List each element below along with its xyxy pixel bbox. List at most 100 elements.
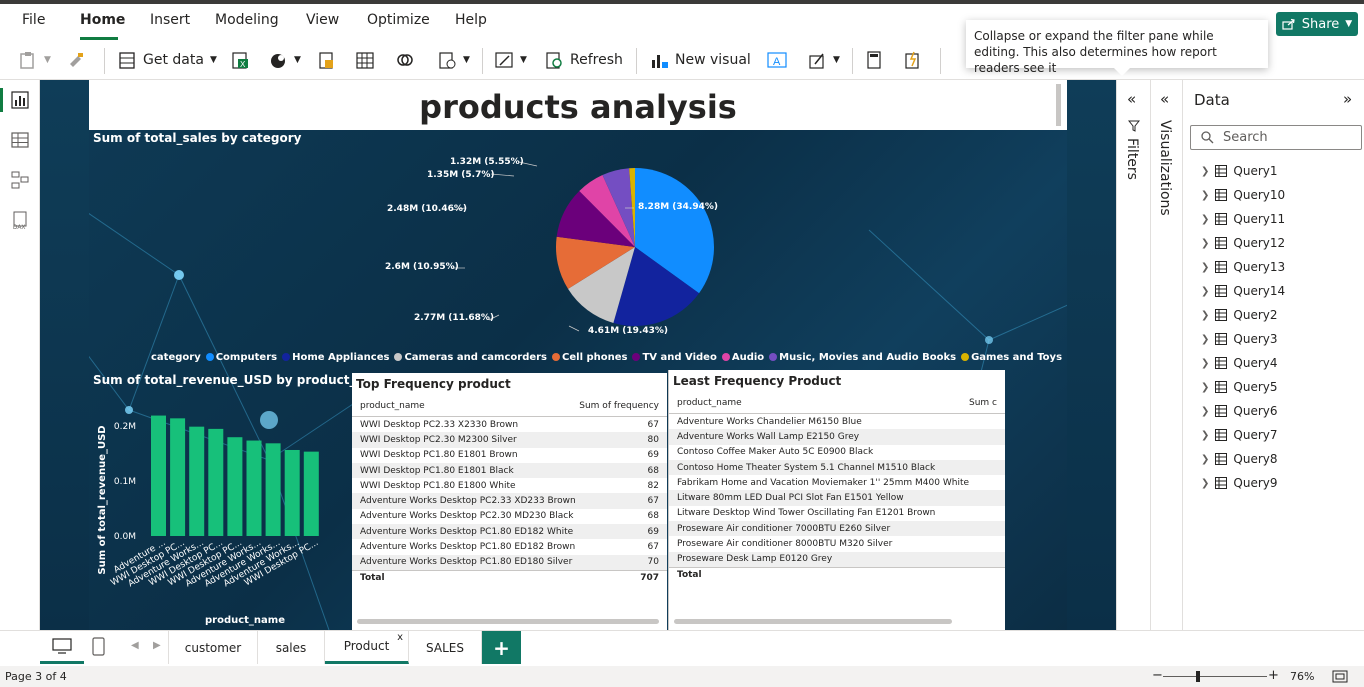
menu-view[interactable]: View (306, 12, 339, 28)
table-row[interactable]: WWI Desktop PC2.30 M2300 Silver 80 (352, 432, 667, 448)
table-horizontal-scrollbar[interactable] (674, 619, 952, 624)
data-search-input[interactable]: Search (1190, 125, 1362, 150)
excel-button[interactable]: X (230, 50, 250, 70)
query-table-item[interactable]: ❯ Query2 (1201, 308, 1278, 322)
column-header-sum-frequency[interactable]: Sum of frequency (579, 401, 659, 411)
paste-button[interactable]: ▼ (18, 50, 51, 70)
table-row[interactable]: Adventure Works Desktop PC1.80 ED182 Bro… (352, 539, 667, 554)
table-row[interactable]: WWI Desktop PC1.80 E1800 White 82 (352, 478, 667, 493)
model-view-icon[interactable] (10, 170, 30, 190)
query-table-item[interactable]: ❯ Query6 (1201, 404, 1278, 418)
query-table-item[interactable]: ❯ Query12 (1201, 236, 1285, 250)
query-table-item[interactable]: ❯ Query11 (1201, 212, 1285, 226)
top-frequency-table[interactable]: Top Frequency product product_name Sum o… (352, 373, 667, 630)
query-table-item[interactable]: ❯ Query13 (1201, 260, 1285, 274)
menu-modeling[interactable]: Modeling (215, 12, 279, 28)
table-row[interactable]: Proseware Air conditioner 8000BTU M320 S… (669, 536, 1005, 551)
bar[interactable] (246, 440, 262, 536)
text-box-button[interactable]: A (766, 50, 788, 70)
bar[interactable] (151, 415, 166, 536)
legend-item[interactable]: Home Appliances (282, 352, 389, 363)
table-row[interactable]: Adventure Works Chandelier M6150 Blue (669, 414, 1005, 429)
zoom-in-button[interactable]: + (1268, 668, 1279, 683)
prev-page-arrow-icon[interactable]: ◀ (131, 640, 139, 651)
table-row[interactable]: Fabrikam Home and Vacation Moviemaker 1'… (669, 475, 1005, 490)
table-row[interactable]: Proseware Air conditioner 7000BTU E260 S… (669, 521, 1005, 537)
table-row[interactable]: Adventure Works Wall Lamp E2150 Grey (669, 429, 1005, 445)
dataverse-button[interactable] (395, 50, 415, 70)
fit-to-page-icon[interactable] (1332, 670, 1348, 683)
zoom-slider-track[interactable] (1163, 676, 1267, 677)
expand-visualizations-icon[interactable]: « (1160, 90, 1169, 108)
table-horizontal-scrollbar[interactable] (357, 619, 659, 624)
quick-measure-button[interactable] (902, 50, 922, 70)
report-view-icon[interactable] (10, 90, 30, 110)
new-measure-button[interactable] (864, 50, 884, 70)
get-data-button[interactable]: Get data ▼ (117, 50, 217, 70)
bar[interactable] (284, 449, 300, 536)
onelake-button[interactable]: ▼ (268, 50, 301, 70)
legend-item[interactable]: Audio (721, 352, 764, 363)
dax-query-view-icon[interactable]: DAX (10, 210, 30, 230)
menu-file[interactable]: File (22, 12, 45, 28)
new-visual-button[interactable]: New visual (649, 50, 751, 70)
zoom-slider-thumb[interactable] (1196, 671, 1200, 682)
menu-insert[interactable]: Insert (150, 12, 190, 28)
enter-data-button[interactable] (355, 50, 375, 70)
bar[interactable] (170, 418, 186, 536)
menu-optimize[interactable]: Optimize (367, 12, 430, 28)
table-view-icon[interactable] (10, 130, 30, 150)
bar-chart[interactable]: Sum of total_revenue_USD 0.2M 0.1M 0.0M … (89, 380, 351, 630)
legend-item[interactable]: TV and Video (632, 352, 717, 363)
query-table-item[interactable]: ❯ Query5 (1201, 380, 1278, 394)
bar[interactable] (227, 437, 243, 536)
sql-server-button[interactable] (316, 50, 336, 70)
table-row[interactable]: Adventure Works Desktop PC1.80 ED180 Sil… (352, 554, 667, 570)
query-table-item[interactable]: ❯ Query14 (1201, 284, 1285, 298)
more-visuals-button[interactable]: ▼ (807, 50, 840, 70)
menu-help[interactable]: Help (455, 12, 487, 28)
format-painter-button[interactable] (66, 50, 86, 70)
refresh-button[interactable]: Refresh (544, 50, 623, 70)
mobile-layout-button[interactable] (92, 637, 106, 661)
legend-item[interactable]: Games and Toys (961, 352, 1062, 363)
table-row[interactable]: Proseware Desk Lamp E0120 Grey (669, 551, 1005, 567)
close-tab-icon[interactable]: x (397, 632, 403, 643)
recent-sources-button[interactable]: ▼ (437, 50, 470, 70)
query-table-item[interactable]: ❯ Query1 (1201, 164, 1278, 178)
bar[interactable] (189, 426, 205, 536)
pie-chart[interactable] (89, 80, 1067, 360)
table-row[interactable]: Adventure Works Desktop PC1.80 ED182 Whi… (352, 524, 667, 540)
add-page-button[interactable]: + (482, 631, 521, 664)
query-table-item[interactable]: ❯ Query10 (1201, 188, 1285, 202)
query-table-item[interactable]: ❯ Query3 (1201, 332, 1278, 346)
bar[interactable] (208, 428, 224, 536)
column-header-sum-frequency[interactable]: Sum c (969, 398, 997, 408)
query-table-item[interactable]: ❯ Query7 (1201, 428, 1278, 442)
tab-sales-upper[interactable]: SALES (409, 631, 482, 664)
tab-sales[interactable]: sales (258, 631, 325, 664)
query-table-item[interactable]: ❯ Query9 (1201, 476, 1278, 490)
collapse-filters-icon[interactable]: « (1127, 90, 1136, 108)
query-table-item[interactable]: ❯ Query8 (1201, 452, 1278, 466)
filters-pane-collapsed[interactable]: « Filters (1116, 80, 1150, 630)
least-frequency-table[interactable]: Least Frequency Product product_name Sum… (668, 370, 1005, 630)
table-row[interactable]: Litware 80mm LED Dual PCI Slot Fan E1501… (669, 490, 1005, 506)
query-table-item[interactable]: ❯ Query4 (1201, 356, 1278, 370)
legend-item[interactable]: Cell phones (552, 352, 627, 363)
table-row[interactable]: WWI Desktop PC1.80 E1801 Black 68 (352, 462, 667, 479)
zoom-out-button[interactable]: − (1152, 668, 1163, 683)
share-button[interactable]: Share ▼ (1276, 12, 1358, 36)
tab-customer[interactable]: customer (168, 631, 258, 664)
column-header-product-name[interactable]: product_name (360, 401, 425, 411)
menu-home[interactable]: Home (80, 12, 125, 28)
next-page-arrow-icon[interactable]: ▶ (153, 640, 161, 651)
column-header-product-name[interactable]: product_name (677, 398, 742, 408)
legend-item[interactable]: Computers (205, 352, 277, 363)
transform-data-button[interactable]: ▼ (494, 50, 527, 70)
table-row[interactable]: Litware Desktop Wind Tower Oscillating F… (669, 506, 1005, 521)
table-row[interactable]: WWI Desktop PC2.33 X2330 Brown 67 (352, 417, 667, 432)
visualizations-pane-collapsed[interactable]: « Visualizations (1150, 80, 1182, 630)
table-row[interactable]: WWI Desktop PC1.80 E1801 Brown 69 (352, 448, 667, 463)
table-row[interactable]: Adventure Works Desktop PC2.30 MD230 Bla… (352, 509, 667, 524)
